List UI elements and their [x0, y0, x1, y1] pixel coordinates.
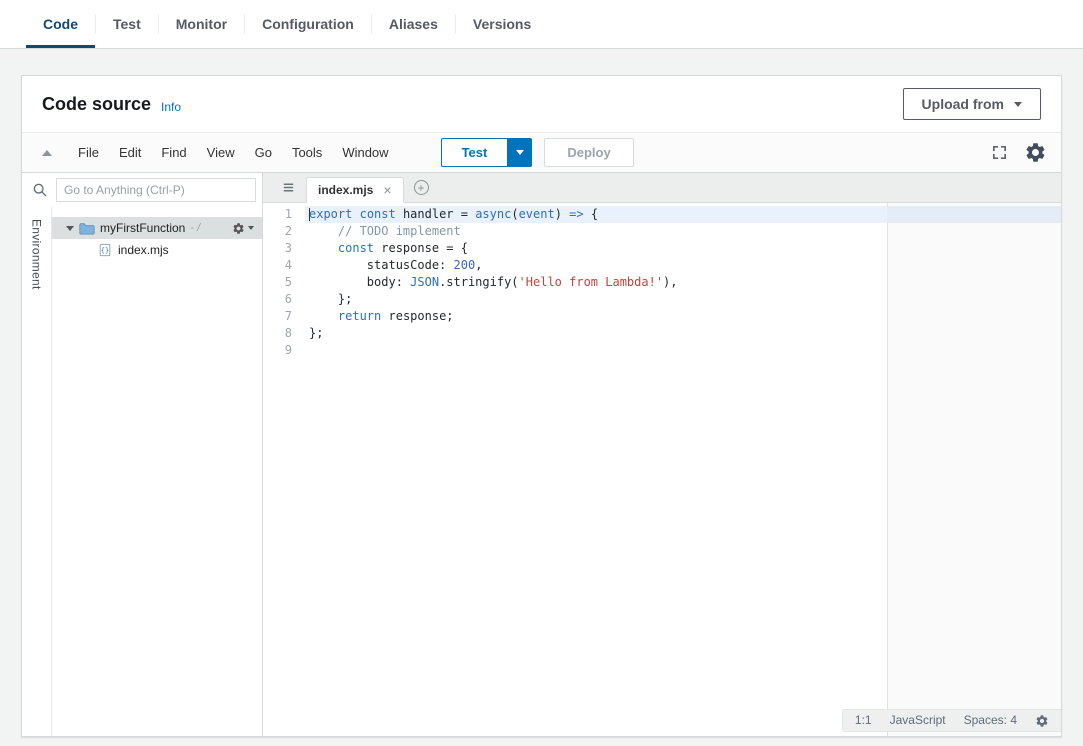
- code-line[interactable]: const response = {: [305, 240, 1061, 257]
- tab-versions-label: Versions: [473, 16, 531, 32]
- cursor-position: 1:1: [855, 712, 872, 729]
- tab-versions[interactable]: Versions: [456, 0, 548, 48]
- folder-icon: [79, 222, 95, 235]
- tab-monitor[interactable]: Monitor: [159, 0, 244, 48]
- toolbar-right-icons: [991, 141, 1047, 164]
- caret-down-icon: [1014, 102, 1022, 107]
- tab-test[interactable]: Test: [96, 0, 158, 48]
- code-line[interactable]: // TODO implement: [305, 223, 1061, 240]
- collapse-panel-icon[interactable]: [42, 150, 52, 156]
- tree-expand-caret-icon[interactable]: [66, 226, 74, 231]
- info-link[interactable]: Info: [161, 100, 181, 114]
- fullscreen-icon[interactable]: [991, 144, 1008, 161]
- menu-tools[interactable]: Tools: [282, 140, 332, 165]
- tab-monitor-label: Monitor: [176, 16, 227, 32]
- tab-code[interactable]: Code: [26, 0, 95, 48]
- test-button[interactable]: Test: [441, 138, 509, 167]
- caret-down-icon: [248, 226, 254, 230]
- menu-find[interactable]: Find: [151, 140, 196, 165]
- code-line[interactable]: };: [305, 325, 1061, 342]
- goto-anything-row: [22, 173, 262, 207]
- code-line[interactable]: };: [305, 291, 1061, 308]
- code-source-header: Code source Info Upload from: [22, 76, 1061, 132]
- tree-file-row[interactable]: index.mjs: [52, 239, 262, 261]
- file-tree: myFirstFunction - / index.mjs: [52, 207, 262, 736]
- tree-folder-row[interactable]: myFirstFunction - /: [52, 217, 262, 239]
- code-line[interactable]: export const handler = async(event) => {: [305, 206, 1061, 223]
- language-mode[interactable]: JavaScript: [890, 712, 946, 729]
- folder-path-hint: - /: [190, 222, 200, 234]
- js-file-icon: [98, 243, 112, 257]
- code-lines: export const handler = async(event) => {…: [305, 206, 1061, 359]
- line-number-gutter: 123456789: [263, 206, 305, 359]
- tab-test-label: Test: [113, 16, 141, 32]
- side-panel-tabstrip: Environment: [22, 207, 52, 736]
- caret-down-icon: [516, 150, 524, 155]
- code-line[interactable]: [305, 342, 1061, 359]
- editor-workspace: Environment myFirstFunction - /: [22, 173, 1061, 736]
- code-line[interactable]: statusCode: 200,: [305, 257, 1061, 274]
- editor-tab-label: index.mjs: [318, 183, 373, 197]
- code-line[interactable]: return response;: [305, 308, 1061, 325]
- editor-tab-bar: index.mjs × +: [263, 173, 1061, 203]
- folder-name: myFirstFunction: [100, 221, 185, 235]
- editor-preferences-gear-icon[interactable]: [1024, 141, 1047, 164]
- tab-configuration-label: Configuration: [262, 16, 354, 32]
- tab-list-icon[interactable]: [281, 180, 296, 195]
- upload-from-button[interactable]: Upload from: [903, 88, 1041, 120]
- menu-go[interactable]: Go: [245, 140, 282, 165]
- file-name: index.mjs: [118, 243, 169, 257]
- deploy-button[interactable]: Deploy: [544, 138, 633, 167]
- go-to-anything-input[interactable]: [56, 178, 256, 202]
- gear-icon: [232, 222, 245, 235]
- upload-from-label: Upload from: [922, 96, 1004, 112]
- status-settings-gear-icon[interactable]: [1035, 714, 1049, 728]
- editor-status-bar: 1:1 JavaScript Spaces: 4: [842, 709, 1061, 732]
- menu-file[interactable]: File: [68, 140, 109, 165]
- tab-code-label: Code: [43, 16, 78, 32]
- menu-window[interactable]: Window: [332, 140, 398, 165]
- editor-toolbar: File Edit Find View Go Tools Window Test…: [22, 132, 1061, 173]
- tab-configuration[interactable]: Configuration: [245, 0, 371, 48]
- menu-edit[interactable]: Edit: [109, 140, 151, 165]
- environment-panel-tab[interactable]: Environment: [30, 219, 44, 736]
- test-split-button: Test: [441, 138, 533, 167]
- tab-aliases-label: Aliases: [389, 16, 438, 32]
- code-editor[interactable]: 123456789 export const handler = async(e…: [263, 203, 1061, 736]
- menu-view[interactable]: View: [197, 140, 245, 165]
- new-tab-button[interactable]: +: [414, 180, 429, 195]
- function-nav-tabs: Code Test Monitor Configuration Aliases …: [0, 0, 1083, 49]
- search-icon: [32, 182, 48, 198]
- file-explorer: Environment myFirstFunction - /: [22, 173, 263, 736]
- close-tab-icon[interactable]: ×: [383, 183, 391, 197]
- indent-setting[interactable]: Spaces: 4: [964, 712, 1017, 729]
- page-title: Code source: [42, 94, 151, 115]
- tree-settings-button[interactable]: [232, 222, 254, 235]
- tab-aliases[interactable]: Aliases: [372, 0, 455, 48]
- explorer-body: Environment myFirstFunction - /: [22, 207, 262, 736]
- code-editor-pane: index.mjs × + 123456789 export const han…: [263, 173, 1061, 736]
- code-source-panel: Code source Info Upload from File Edit F…: [21, 75, 1062, 737]
- test-dropdown-button[interactable]: [508, 138, 532, 167]
- editor-tab-indexmjs[interactable]: index.mjs ×: [306, 177, 404, 203]
- code-line[interactable]: body: JSON.stringify('Hello from Lambda!…: [305, 274, 1061, 291]
